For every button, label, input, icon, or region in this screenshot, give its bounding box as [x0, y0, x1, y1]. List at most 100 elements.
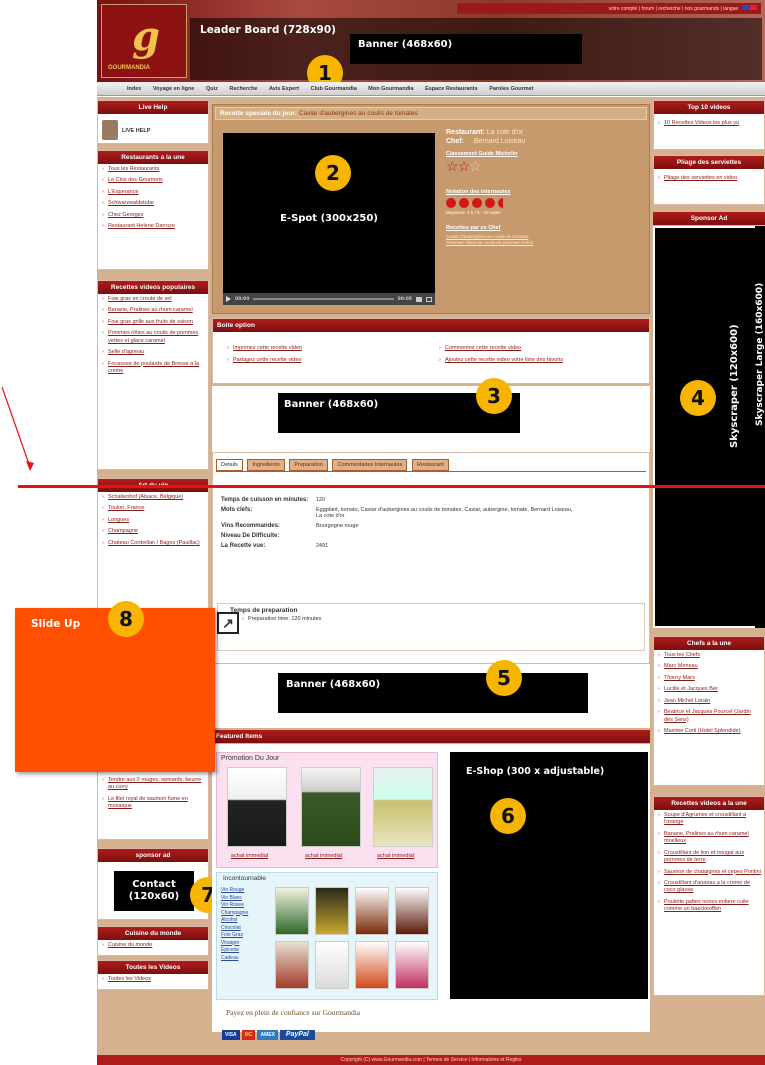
product-image[interactable] [227, 767, 287, 847]
live-help-label[interactable]: LIVE HELP [122, 128, 150, 134]
header-banner-ad[interactable]: Banner (468x60) [350, 34, 582, 64]
chef-link[interactable]: Marc Meneau [654, 661, 764, 672]
video-link[interactable]: Foie gras grille aux fruits de saison [98, 317, 208, 328]
flag-icon[interactable] [741, 5, 749, 10]
category-link[interactable]: Foie Gras [221, 932, 248, 940]
play-icon[interactable] [226, 296, 231, 302]
product-image[interactable] [395, 941, 429, 989]
expand-icon[interactable]: ↗ [217, 612, 239, 634]
restaurant-link[interactable]: Schwarzwaldstube [98, 198, 208, 209]
right-video-link[interactable]: Banane, Pralines au rhum caramel moelleu… [654, 829, 764, 848]
restaurant-link[interactable]: L'Esperance [98, 187, 208, 198]
seek-bar[interactable] [253, 298, 394, 300]
buy-link[interactable]: achat immediat [231, 853, 268, 859]
product-image[interactable] [395, 887, 429, 935]
video-link[interactable]: Fricassee de poularde de Bresse a la cre… [98, 359, 208, 378]
tomato-icon[interactable] [446, 198, 456, 208]
option-print[interactable]: Imprimez cette recette video [223, 343, 305, 354]
product-image[interactable] [355, 887, 389, 935]
art-link[interactable]: Longues [98, 515, 208, 526]
nav-item-club[interactable]: Club Gourmandia [311, 86, 357, 92]
flag-icon[interactable] [750, 5, 757, 10]
tomato-half-icon[interactable] [498, 198, 508, 208]
tab-preparation[interactable]: Preparation [289, 459, 328, 471]
nav-item-paroles[interactable]: Paroles Gourmet [489, 86, 533, 92]
video-link[interactable]: Foie gras en croute de sel [98, 294, 208, 305]
nav-item-index[interactable]: Index [127, 86, 141, 92]
option-share[interactable]: Partagez cette recette video [223, 355, 304, 366]
category-link[interactable]: Epicerie [221, 947, 248, 955]
video-link[interactable]: Pommes rôties au coulis de pommes vertes… [98, 328, 208, 347]
nav-item-recherche[interactable]: Recherche [229, 86, 257, 92]
restaurant-link[interactable]: Le Clos des Gourmets [98, 175, 208, 186]
option-favorite[interactable]: Ajoutez cette recette video votre liste … [435, 355, 566, 366]
fullscreen-icon[interactable] [426, 296, 432, 302]
top-link-search[interactable]: recherche [658, 6, 680, 12]
chef-recipe-link[interactable]: Pommes rôties au coulis de pommes vertes [446, 240, 646, 245]
tomato-rating[interactable] [446, 198, 646, 208]
restaurant-link[interactable]: Chez Georges [98, 210, 208, 221]
volume-icon[interactable] [416, 296, 422, 302]
video-link[interactable]: Banane, Pralines au rhum caramel [98, 305, 208, 316]
right-video-link[interactable]: Croustillant de lion et nougat aux pomme… [654, 848, 764, 867]
tab-details[interactable]: Details [216, 459, 243, 471]
top10-link[interactable]: 10 Recettes Videos les plus vu [654, 118, 764, 129]
product-image[interactable] [315, 887, 349, 935]
product-image[interactable] [355, 941, 389, 989]
chef-link[interactable]: Tous les Chefs [654, 650, 764, 661]
eshop-ad[interactable]: E-Shop (300 x adjustable) [450, 752, 648, 999]
product-image[interactable] [275, 887, 309, 935]
nav-item-mon-gourmandia[interactable]: Mon Gourmandia [368, 86, 413, 92]
chef-recipe-link[interactable]: Caviar d'aubergines au coulis de tomates [446, 234, 646, 239]
nav-item-avis-expert[interactable]: Avis Expert [269, 86, 299, 92]
top-link-forum[interactable]: forum [641, 6, 654, 12]
top-link-language[interactable]: langue [723, 6, 738, 12]
restaurant-link[interactable]: Restaurant Helene Darroze [98, 221, 208, 232]
buy-link[interactable]: achat immediat [305, 853, 342, 859]
option-comment[interactable]: Commentez cette recette video [435, 343, 524, 354]
restaurant-value[interactable]: La cote d'or [487, 129, 523, 136]
top-link-account[interactable]: votre compte [609, 6, 638, 12]
nav-item-espace-restaurants[interactable]: Espace Restaurants [425, 86, 478, 92]
art-link[interactable]: Toulon, France [98, 503, 208, 514]
tomato-icon[interactable] [485, 198, 495, 208]
top-link-members[interactable]: nos gourmands [685, 6, 719, 12]
right-video-link[interactable]: Croustillant d'ananas a la creme de coco… [654, 878, 764, 897]
category-link[interactable]: Vin Blanc [221, 895, 248, 903]
chef-link[interactable]: Maxime Corti (Hotel Splendide) [654, 726, 764, 737]
cuisine-link[interactable]: Cuisine du monde [98, 940, 208, 951]
all-videos-link[interactable]: Toutes les Videos [98, 974, 208, 985]
buy-link[interactable]: achat immediat [377, 853, 414, 859]
logo[interactable]: g GOURMANDIA [101, 4, 187, 78]
category-link[interactable]: Alcohol [221, 917, 248, 925]
tomato-icon[interactable] [472, 198, 482, 208]
lower-link[interactable]: Tendre aux 2 rouges, epinards, beurre au… [98, 775, 208, 794]
right-video-link[interactable]: Saumon de chataignes et cepes Pontini [654, 867, 764, 878]
category-link[interactable]: Cadeau [221, 955, 248, 963]
art-link[interactable]: Champagne [98, 526, 208, 537]
category-link[interactable]: Vin Rosee [221, 902, 248, 910]
nav-item-quiz[interactable]: Quiz [206, 86, 218, 92]
chef-link[interactable]: Thierry Marx [654, 673, 764, 684]
category-link[interactable]: Champagne [221, 910, 248, 918]
art-link[interactable]: Schaltenhof (Alsace, Belgique) [98, 492, 208, 503]
tomato-icon[interactable] [459, 198, 469, 208]
product-image[interactable] [315, 941, 349, 989]
tab-restaurant[interactable]: Restaurant [411, 459, 449, 471]
pliage-link[interactable]: Pliage des serviettes en video [654, 173, 764, 184]
contact-ad[interactable]: Contact (120x60) [114, 871, 194, 911]
right-video-link[interactable]: Soupe d'Agrumes et croustillant a l'oran… [654, 810, 764, 829]
chef-link[interactable]: Lucille et Jacques Ber [654, 684, 764, 695]
chef-link[interactable]: Beatrice et Jacques Pourcel (Jardin des … [654, 707, 764, 726]
chef-value[interactable]: Bernard Loiseau [474, 138, 525, 145]
banner5-ad[interactable]: Banner (468x60) [278, 673, 588, 713]
video-link[interactable]: Selle d'agneau [98, 347, 208, 358]
tab-ingredients[interactable]: Ingredients [247, 459, 285, 471]
skyscraper-ad[interactable]: Skyscraper (120x600) [653, 226, 765, 628]
video-controls[interactable]: 00:00 00:05 [223, 293, 435, 305]
category-link[interactable]: Chocolat [221, 925, 248, 933]
category-link[interactable]: Vinaigre [221, 940, 248, 948]
nav-item-voyage[interactable]: Voyage en ligne [153, 86, 194, 92]
product-image[interactable] [275, 941, 309, 989]
category-link[interactable]: Vin Rouge [221, 887, 248, 895]
